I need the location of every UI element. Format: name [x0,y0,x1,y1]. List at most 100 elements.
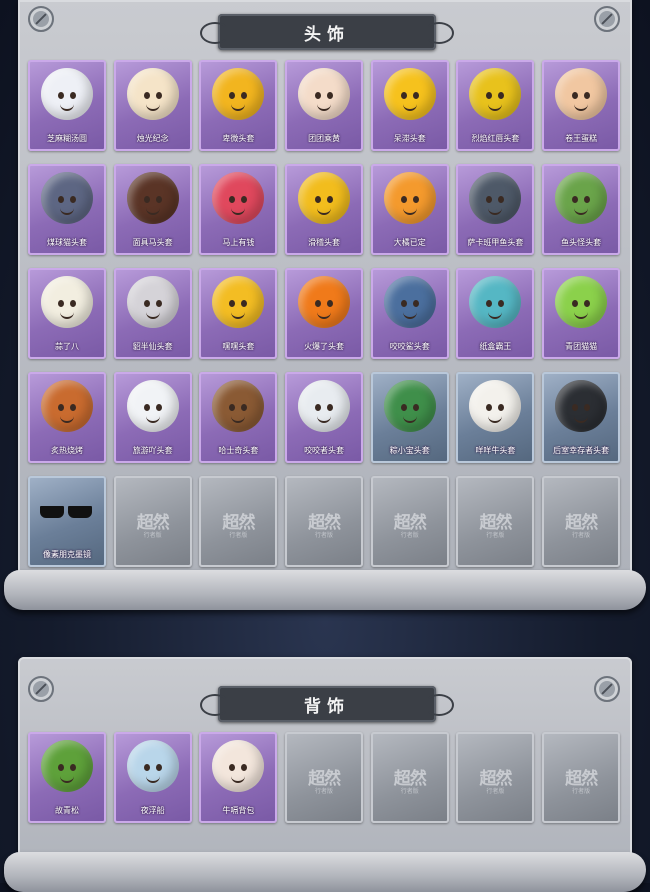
item-icon [469,276,522,328]
head-item-grid: 芝麻糊汤圆 烛光纪念 卑微头套 团团乘黄 呆滞头套 烈焰红唇头套 卷王蛋糕煤球猫头套 面具马头… [28,60,621,567]
item-card[interactable]: 像素朋克墨镜 [28,476,106,567]
item-card[interactable]: 芝麻糊汤圆 [28,60,106,151]
item-card[interactable]: 卷王蛋糕 [542,60,621,151]
item-icon [212,380,265,432]
item-card[interactable]: 貂半仙头套 [113,268,192,359]
item-label: 烛光纪念 [136,134,169,143]
item-label: 咬咬者头套 [304,446,345,455]
item-card[interactable]: 蒜了八 [28,268,106,359]
item-card[interactable]: 呆滞头套 [370,60,449,151]
locked-slot: 超然 行者版 [199,476,278,567]
item-label: 咬咬鲨头套 [389,342,430,351]
item-icon [212,172,265,224]
item-card[interactable]: 嘿嘿头套 [199,268,278,359]
item-icon [126,276,179,328]
item-card[interactable]: 马上有钱 [199,164,278,255]
item-label: 夜浮船 [140,806,165,815]
item-icon [298,68,351,120]
locked-slot: 超然 行者版 [285,732,364,823]
section-banner-head: 头饰 [200,14,454,50]
banner-flourish-icon [424,22,454,44]
item-card[interactable]: 火爆了头套 [285,268,364,359]
item-card[interactable]: 咩咩牛头套 [456,372,535,463]
watermark-sub: 行者版 [315,532,334,539]
item-card[interactable]: 夜浮船 [113,732,192,823]
item-label: 萨卡班甲鱼头套 [467,238,524,247]
watermark-sub: 行者版 [572,788,591,795]
item-icon [469,172,522,224]
banner-flourish-icon [200,22,230,44]
item-label: 烈焰红唇头套 [471,134,520,143]
item-icon [555,380,608,432]
item-label: 卑微头套 [222,134,255,143]
item-card[interactable]: 咬咬鲨头套 [370,268,449,359]
item-icon [298,276,351,328]
watermark-sub: 行者版 [229,532,248,539]
item-icon [126,380,179,432]
item-icon [555,172,608,224]
section-title: 背饰 [304,696,350,717]
item-icon [298,172,351,224]
item-card[interactable]: 纸盒霸王 [456,268,535,359]
item-card[interactable]: 鱼头怪头套 [542,164,621,255]
watermark-sub: 行者版 [143,532,162,539]
item-label: 大橘已定 [393,238,426,247]
item-card[interactable]: 煤球猫头套 [28,164,106,255]
item-card[interactable]: 烈焰红唇头套 [456,60,535,151]
watermark-sub: 行者版 [400,532,419,539]
item-card[interactable]: 故青松 [28,732,106,823]
item-label: 火爆了头套 [304,342,345,351]
item-card[interactable]: 卑微头套 [199,60,278,151]
item-label: 像素朋克墨镜 [43,550,91,559]
item-label: 呆滞头套 [393,134,426,143]
item-label: 煤球猫头套 [47,238,87,247]
item-icon [41,68,93,120]
watermark-sub: 行者版 [486,788,505,795]
item-icon [298,380,351,432]
locked-slot: 超然 行者版 [542,732,621,823]
item-card[interactable]: 牛嗝背包 [199,732,278,823]
item-label: 咩咩牛头套 [475,446,516,455]
item-icon [126,172,179,224]
item-label: 鱼头怪头套 [561,238,602,247]
corner-ornament-icon [28,6,54,32]
watermark-sub: 行者版 [315,788,334,795]
locked-slot: 超然 行者版 [542,476,621,567]
item-icon [212,68,265,120]
item-label: 青团猫猫 [565,342,598,351]
item-card[interactable]: 炙热烧烤 [28,372,106,463]
item-card[interactable]: 青团猫猫 [542,268,621,359]
item-icon [469,68,522,120]
item-label: 马上有钱 [222,238,255,247]
item-label: 纸盒霸王 [479,342,512,351]
item-label: 嘿嘿头套 [222,342,255,351]
scroll-bottom-curl [4,570,646,610]
watermark-sub: 行者版 [486,532,505,539]
item-card[interactable]: 面具马头套 [113,164,192,255]
locked-slot: 超然 行者版 [456,476,535,567]
item-card[interactable]: 哈士奇头套 [199,372,278,463]
watermark-sub: 行者版 [572,532,591,539]
locked-slot: 超然 行者版 [370,476,449,567]
item-label: 芝麻糊汤圆 [47,134,87,143]
item-card[interactable]: 粽小宝头套 [370,372,449,463]
locked-slot: 超然 行者版 [370,732,449,823]
item-card[interactable]: 咬咬者头套 [285,372,364,463]
item-card[interactable]: 团团乘黄 [285,60,364,151]
item-icon [212,740,265,792]
item-label: 貂半仙头套 [132,342,173,351]
item-icon [383,172,436,224]
item-card[interactable]: 滑稽头套 [285,164,364,255]
item-card[interactable]: 大橘已定 [370,164,449,255]
item-card[interactable]: 烛光纪念 [113,60,192,151]
locked-slot: 超然 行者版 [285,476,364,567]
item-label: 炙热烧烤 [51,446,83,455]
item-icon [555,68,608,120]
item-card[interactable]: 旅游吖头套 [113,372,192,463]
corner-ornament-icon [28,676,54,702]
corner-ornament-icon [594,6,620,32]
item-card[interactable]: 后室幸存者头套 [542,372,621,463]
scroll-bottom-curl [4,852,646,892]
item-label: 后室幸存者头套 [553,446,610,455]
item-card[interactable]: 萨卡班甲鱼头套 [456,164,535,255]
